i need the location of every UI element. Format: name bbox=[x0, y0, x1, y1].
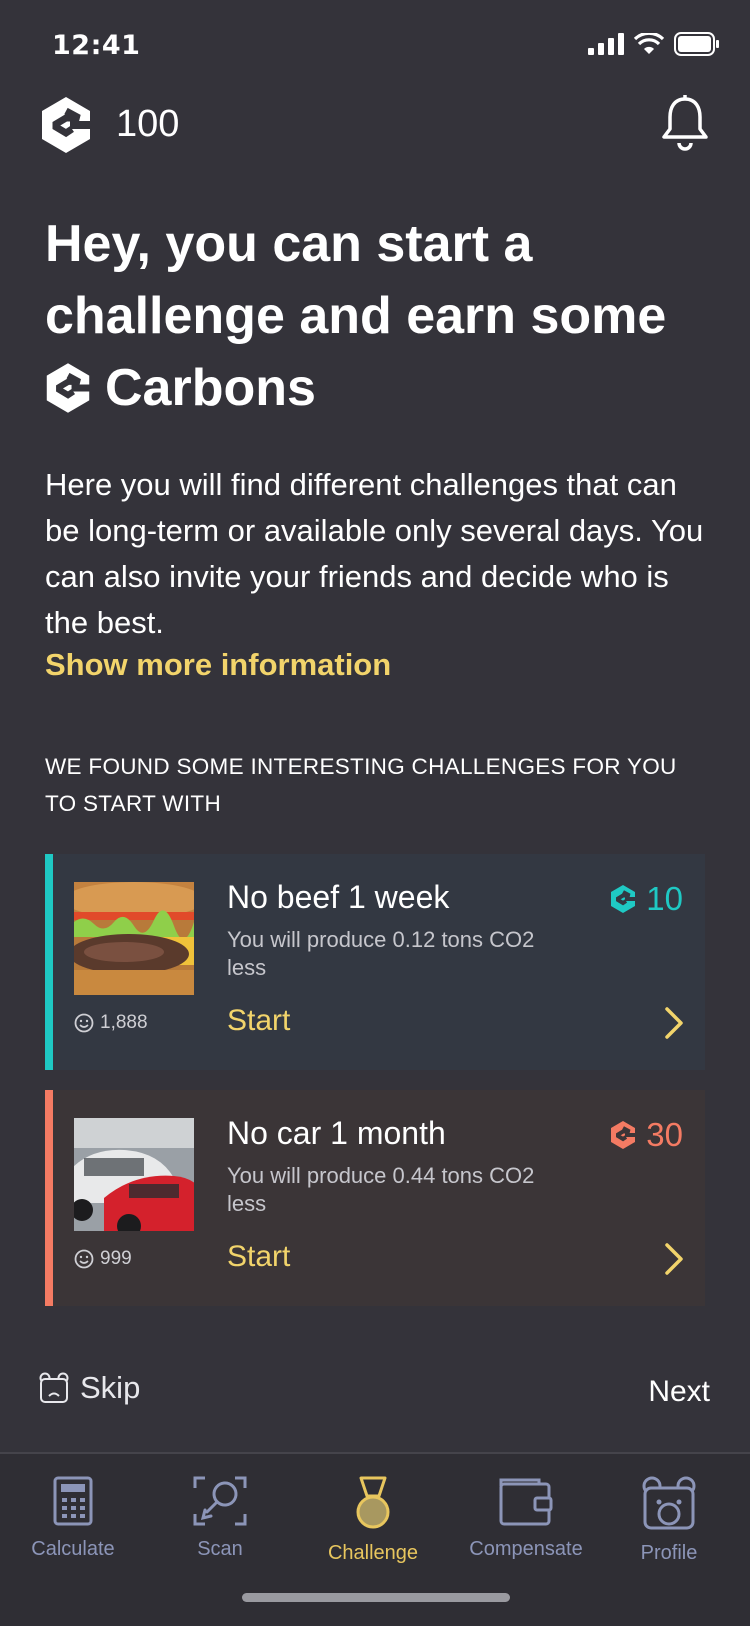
wallet-icon bbox=[499, 1478, 553, 1526]
carbon-logo-icon bbox=[611, 1121, 636, 1149]
wifi-icon bbox=[634, 33, 664, 54]
cellular-signal-icon bbox=[588, 33, 624, 55]
status-time: 12:41 bbox=[52, 30, 141, 61]
medal-icon bbox=[356, 1476, 390, 1529]
challenge-description: You will produce 0.12 tons CO2 less bbox=[227, 927, 535, 980]
challenge-card-no-car[interactable]: 999 No car 1 month You will produce 0.44… bbox=[45, 1090, 705, 1306]
chevron-right-icon[interactable] bbox=[663, 1006, 685, 1040]
carbon-logo-icon bbox=[42, 97, 90, 153]
participants-count: 1,888 bbox=[74, 1012, 148, 1034]
carbon-reward: 30 bbox=[610, 1116, 683, 1154]
card-accent-bar bbox=[45, 854, 53, 1070]
sad-bear-icon bbox=[39, 1372, 69, 1403]
burger-image bbox=[74, 882, 194, 995]
section-title: WE FOUND SOME INTERESTING CHALLENGES FOR… bbox=[45, 754, 677, 816]
tab-profile[interactable]: Profile bbox=[594, 1476, 744, 1565]
challenge-description: You will produce 0.44 tons CO2 less bbox=[227, 1163, 535, 1216]
participants-count: 999 bbox=[74, 1248, 132, 1270]
smiley-icon bbox=[74, 1249, 94, 1269]
start-button[interactable]: Start bbox=[227, 1240, 290, 1274]
header: 100 bbox=[40, 95, 710, 155]
carbon-logo-icon bbox=[46, 363, 90, 413]
status-bar: 12:41 bbox=[0, 0, 750, 90]
next-button[interactable]: Next bbox=[648, 1375, 710, 1409]
page-title: Hey, you can start a challenge and earn … bbox=[45, 215, 667, 417]
scan-icon bbox=[193, 1476, 247, 1526]
smiley-icon bbox=[74, 1013, 94, 1033]
home-indicator bbox=[242, 1593, 510, 1602]
challenge-title: No car 1 month bbox=[227, 1115, 446, 1151]
intro-text: Here you will find different challenges … bbox=[45, 467, 704, 640]
carbon-balance: 100 bbox=[116, 103, 180, 145]
tab-compensate[interactable]: Compensate bbox=[451, 1476, 601, 1561]
show-more-link[interactable]: Show more information bbox=[45, 647, 391, 683]
challenge-title: No beef 1 week bbox=[227, 879, 450, 915]
tab-scan[interactable]: Scan bbox=[145, 1476, 295, 1561]
battery-icon bbox=[674, 32, 719, 56]
chevron-right-icon[interactable] bbox=[663, 1242, 685, 1276]
carbon-logo-icon bbox=[611, 885, 636, 913]
start-button[interactable]: Start bbox=[227, 1004, 290, 1038]
status-icons bbox=[588, 32, 720, 56]
bell-icon[interactable] bbox=[660, 95, 710, 151]
tab-calculate[interactable]: Calculate bbox=[0, 1476, 148, 1561]
challenge-card-no-beef[interactable]: 1,888 No beef 1 week You will produce 0.… bbox=[45, 854, 705, 1070]
cars-image bbox=[74, 1118, 194, 1231]
tab-challenge[interactable]: Challenge bbox=[298, 1476, 448, 1565]
calculator-icon bbox=[53, 1476, 93, 1526]
card-accent-bar bbox=[45, 1090, 53, 1306]
skip-button[interactable]: Skip bbox=[38, 1370, 140, 1406]
carbon-reward: 10 bbox=[610, 880, 683, 918]
bear-icon bbox=[642, 1476, 696, 1530]
